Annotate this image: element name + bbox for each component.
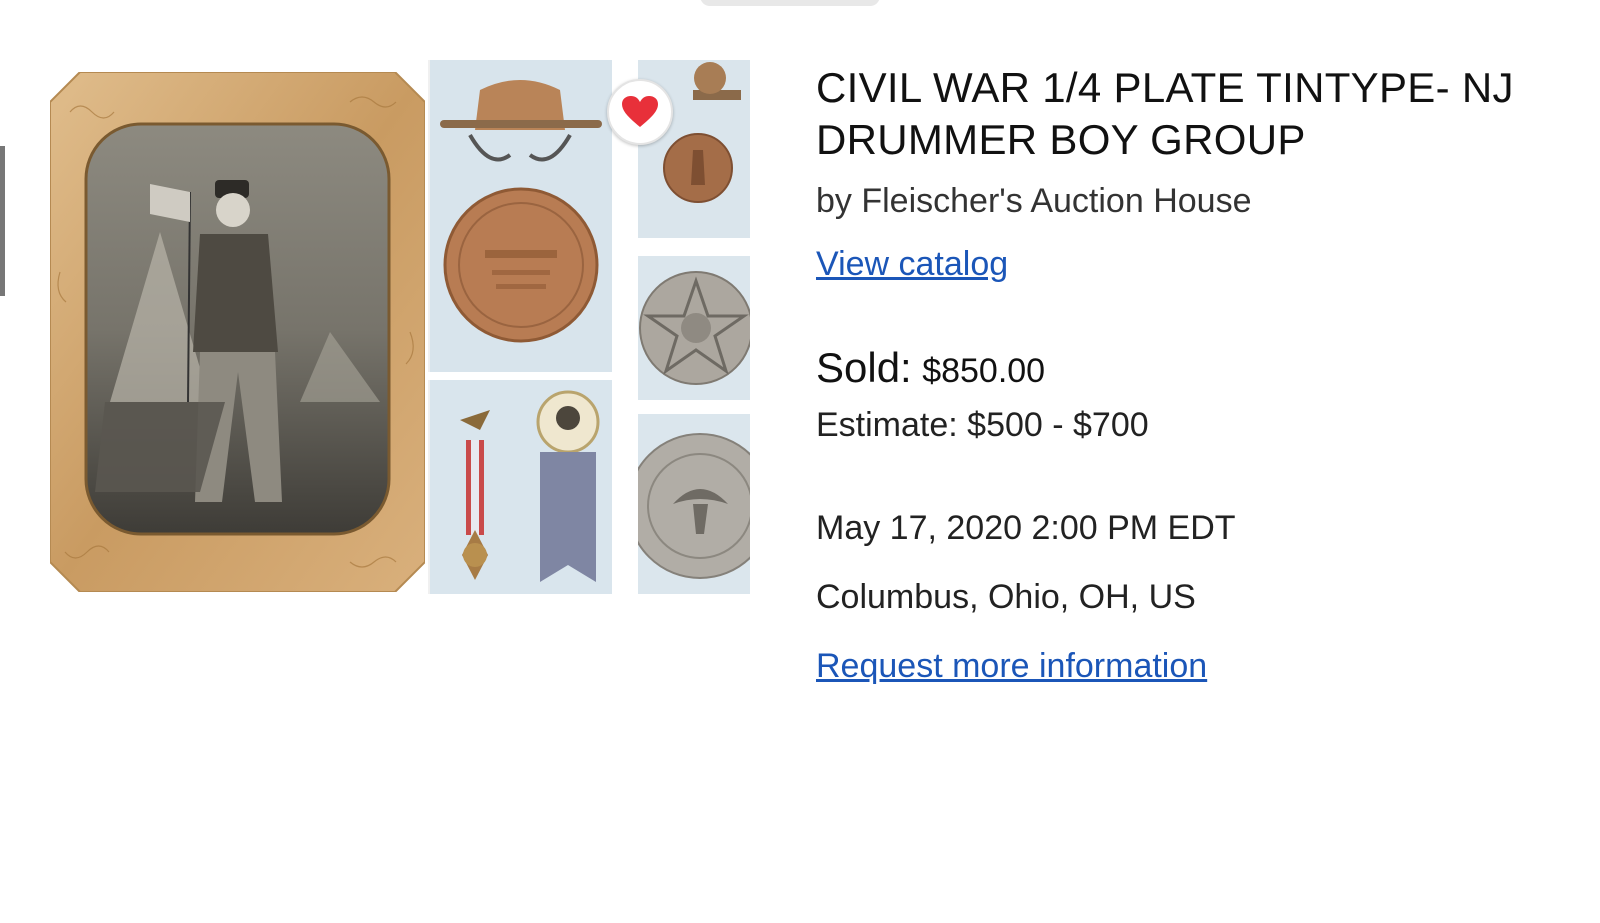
- top-drag-handle: [700, 0, 880, 6]
- main-image-tintype[interactable]: [50, 72, 425, 592]
- thumbnail-star-medal[interactable]: [638, 256, 750, 400]
- auction-date: May 17, 2020 2:00 PM EDT: [816, 509, 1236, 547]
- seller-byline: by Fleischer's Auction House: [816, 182, 1252, 220]
- image-gallery: [50, 60, 750, 594]
- favorite-button[interactable]: [607, 79, 673, 145]
- sold-price: $850.00: [922, 352, 1046, 390]
- sold-row: Sold: $850.00: [816, 344, 1576, 392]
- thumbnail-eagle-medal[interactable]: [638, 414, 750, 594]
- request-info-link[interactable]: Request more information: [816, 647, 1207, 686]
- thumbnail-new-jersey-medal[interactable]: [428, 60, 612, 372]
- auction-location: Columbus, Ohio, OH, US: [816, 578, 1196, 616]
- estimate-text: Estimate: $500 - $700: [816, 406, 1149, 444]
- listing-details: CIVIL WAR 1/4 PLATE TINTYPE- NJ DRUMMER …: [816, 62, 1576, 686]
- thumbnail-gar-ribbons[interactable]: [428, 380, 612, 594]
- sold-label: Sold:: [816, 344, 912, 391]
- left-edge-indicator: [0, 146, 5, 296]
- view-catalog-link[interactable]: View catalog: [816, 245, 1008, 284]
- listing-title: CIVIL WAR 1/4 PLATE TINTYPE- NJ DRUMMER …: [816, 64, 1514, 163]
- heart-icon: [622, 96, 658, 127]
